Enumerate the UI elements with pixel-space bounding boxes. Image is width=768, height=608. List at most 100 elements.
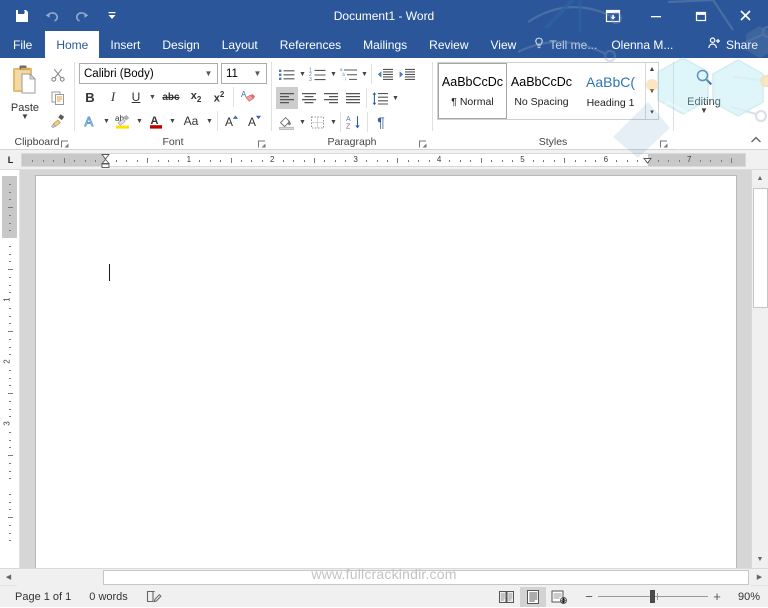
minimize-icon[interactable]	[633, 0, 678, 31]
align-left-button[interactable]	[276, 87, 298, 109]
underline-button[interactable]: U	[125, 86, 147, 108]
style-item-normal[interactable]: AaBbCcDc ¶ Normal	[438, 63, 507, 119]
grow-font-button[interactable]: A	[221, 110, 243, 132]
proofing-icon[interactable]	[137, 587, 171, 607]
copy-button[interactable]	[46, 87, 70, 109]
editing-button[interactable]: Editing ▼	[678, 61, 730, 115]
tab-layout[interactable]: Layout	[211, 31, 269, 58]
document-page[interactable]	[35, 176, 736, 568]
sort-button[interactable]: AZ	[343, 111, 365, 133]
superscript-button[interactable]: x2	[208, 86, 230, 108]
chevron-down-icon[interactable]: ▼	[21, 113, 29, 121]
horizontal-scroll-track[interactable]	[17, 568, 751, 586]
tab-mailings[interactable]: Mailings	[352, 31, 418, 58]
chevron-down-icon[interactable]: ▼	[329, 71, 338, 78]
styles-dialog-launcher-icon[interactable]	[659, 139, 669, 149]
strikethrough-button[interactable]: abc	[158, 86, 184, 108]
style-item-no-spacing[interactable]: AaBbCcDc No Spacing	[507, 63, 576, 119]
numbering-button[interactable]: 123	[307, 63, 329, 85]
paste-button[interactable]: Paste ▼	[4, 61, 46, 121]
zoom-in-button[interactable]: +	[708, 589, 726, 604]
close-icon[interactable]	[723, 0, 768, 31]
borders-button[interactable]	[307, 111, 329, 133]
ribbon-display-icon[interactable]	[593, 0, 633, 31]
more-styles-icon[interactable]: ▾	[646, 108, 658, 117]
font-name-combo[interactable]: Calibri (Body) ▼	[79, 63, 218, 84]
scroll-down-icon[interactable]: ▼	[751, 551, 768, 568]
italic-button[interactable]: I	[102, 86, 124, 108]
tab-references[interactable]: References	[269, 31, 352, 58]
zoom-slider[interactable]	[598, 590, 708, 604]
account-name[interactable]: Olenna M...	[603, 31, 681, 58]
style-item-heading-1[interactable]: AaBbC( Heading 1	[576, 63, 645, 119]
chevron-down-icon[interactable]: ▼	[205, 118, 214, 125]
chevron-down-icon[interactable]: ▼	[168, 118, 177, 125]
tab-file[interactable]: File	[0, 31, 45, 58]
increase-indent-button[interactable]	[396, 63, 418, 85]
chevron-down-icon[interactable]	[98, 3, 126, 29]
font-size-combo[interactable]: 11 ▼	[221, 63, 267, 84]
zoom-slider-thumb[interactable]	[650, 590, 655, 603]
cut-button[interactable]	[46, 64, 70, 86]
restore-icon[interactable]	[678, 0, 723, 31]
bullets-button[interactable]	[276, 63, 298, 85]
font-color-button[interactable]: A	[145, 110, 167, 132]
scroll-right-icon[interactable]: ▶	[751, 569, 768, 586]
chevron-down-icon[interactable]: ▼	[251, 69, 264, 78]
chevron-down-icon[interactable]: ▼	[202, 69, 215, 78]
scroll-up-icon[interactable]: ▲	[751, 170, 768, 187]
chevron-up-icon[interactable]: ▲	[646, 65, 658, 74]
zoom-percent[interactable]: 90%	[726, 591, 762, 603]
chevron-down-icon[interactable]: ▼	[329, 119, 338, 126]
save-icon[interactable]	[8, 3, 36, 29]
tab-insert[interactable]: Insert	[99, 31, 151, 58]
chevron-down-icon[interactable]: ▼	[148, 94, 157, 101]
horizontal-scrollbar[interactable]: ◀ ▶	[0, 568, 768, 586]
shading-button[interactable]	[276, 111, 298, 133]
page-indicator[interactable]: Page 1 of 1	[6, 587, 80, 607]
chevron-down-icon[interactable]: ▼	[298, 119, 307, 126]
pilcrow-button[interactable]: ¶	[370, 111, 392, 133]
align-center-button[interactable]	[298, 87, 320, 109]
chevron-down-icon[interactable]: ▼	[646, 87, 658, 96]
chevron-down-icon[interactable]: ▼	[102, 118, 111, 125]
text-effects-button[interactable]: A	[79, 110, 101, 132]
chevron-down-icon[interactable]: ▼	[298, 71, 307, 78]
tab-home[interactable]: Home	[45, 31, 100, 58]
share-button[interactable]: Share	[699, 31, 768, 58]
print-layout-button[interactable]	[520, 586, 546, 607]
paragraph-dialog-launcher-icon[interactable]	[418, 139, 428, 149]
shrink-font-button[interactable]: A	[244, 110, 266, 132]
justify-button[interactable]	[342, 87, 364, 109]
horizontal-scroll-thumb[interactable]	[103, 569, 749, 585]
change-case-button[interactable]: Aa	[178, 110, 204, 132]
multilevel-list-button[interactable]: abi	[338, 63, 360, 85]
undo-icon[interactable]	[38, 3, 66, 29]
clear-formatting-button[interactable]: A	[237, 86, 259, 108]
align-right-button[interactable]	[320, 87, 342, 109]
line-spacing-button[interactable]	[369, 87, 391, 109]
text-highlight-color-button[interactable]: ab	[112, 110, 134, 132]
font-dialog-launcher-icon[interactable]	[257, 139, 267, 149]
tab-view[interactable]: View	[480, 31, 528, 58]
web-layout-button[interactable]	[546, 587, 572, 607]
chevron-down-icon[interactable]: ▼	[391, 95, 400, 102]
bold-button[interactable]: B	[79, 86, 101, 108]
horizontal-ruler[interactable]: 1 2 3 4 5 6 7	[21, 152, 746, 168]
vertical-scrollbar[interactable]: ▲ ▼	[751, 170, 768, 568]
vertical-scroll-thumb[interactable]	[753, 188, 768, 308]
format-painter-button[interactable]	[46, 110, 70, 132]
scroll-left-icon[interactable]: ◀	[0, 569, 17, 586]
chevron-up-icon[interactable]	[748, 133, 764, 147]
tab-review[interactable]: Review	[418, 31, 479, 58]
chevron-down-icon[interactable]: ▼	[135, 118, 144, 125]
chevron-down-icon[interactable]: ▼	[360, 71, 369, 78]
subscript-button[interactable]: x2	[185, 86, 207, 108]
decrease-indent-button[interactable]	[374, 63, 396, 85]
zoom-out-button[interactable]: −	[580, 589, 598, 604]
word-count[interactable]: 0 words	[80, 587, 137, 607]
tab-stop-selector[interactable]: L	[0, 150, 21, 170]
read-mode-button[interactable]	[494, 587, 520, 607]
tell-me-box[interactable]: Tell me...	[527, 31, 603, 58]
right-indent-marker[interactable]	[643, 154, 652, 168]
